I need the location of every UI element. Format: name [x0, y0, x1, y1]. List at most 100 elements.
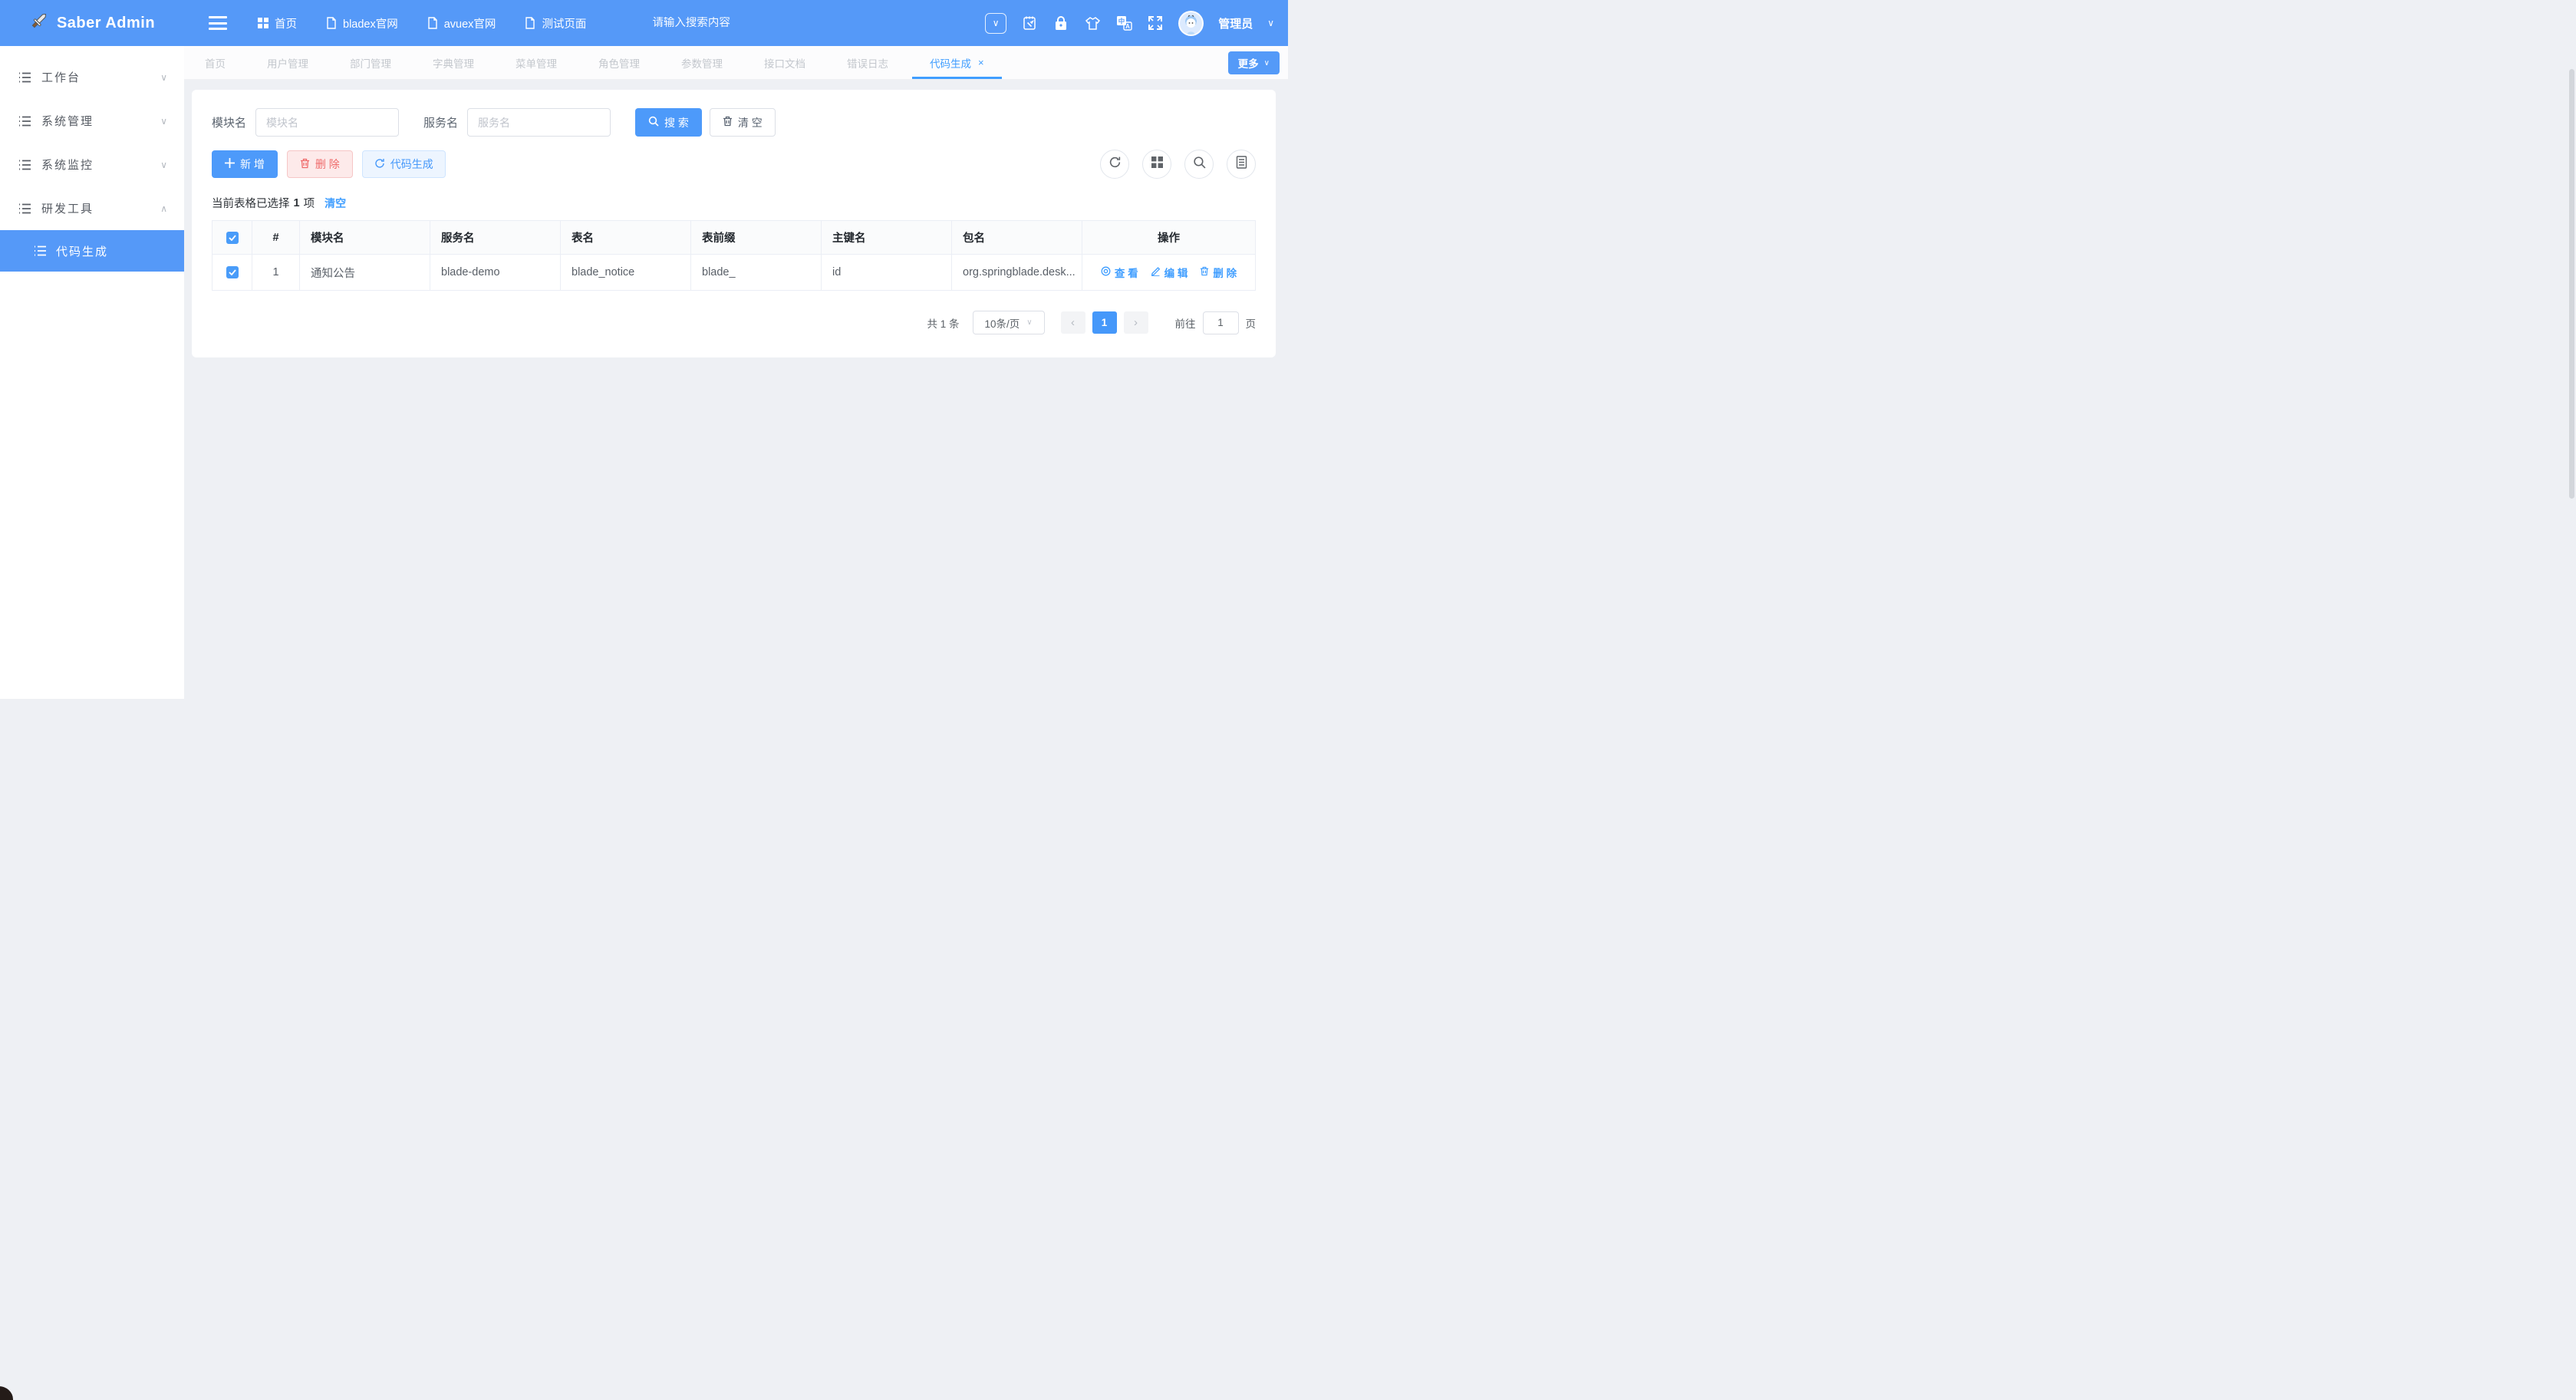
theme-shirt-icon[interactable] [1084, 15, 1101, 31]
delete-button[interactable]: 删 除 [287, 150, 353, 178]
shortcut-home[interactable]: 首页 [258, 15, 297, 31]
sidebar-item-system-management[interactable]: 系统管理 ∨ [0, 99, 184, 143]
table-header-row: # 模块名 服务名 表名 表前缀 主键名 包名 操作 [212, 221, 1256, 255]
page-number-button[interactable]: 1 [1092, 311, 1117, 334]
row-checkbox[interactable] [226, 266, 239, 278]
sidebar-item-system-monitor[interactable]: 系统监控 ∨ [0, 143, 184, 186]
refresh-table-button[interactable] [1100, 150, 1129, 179]
list-icon [18, 72, 31, 83]
column-header-operations: 操作 [1082, 221, 1256, 255]
page-size-select[interactable]: 10条/页 ∨ [973, 311, 1045, 334]
toggle-search-button[interactable] [1184, 150, 1214, 179]
selection-text: 项 [304, 195, 315, 211]
close-icon[interactable]: × [978, 57, 984, 68]
tab-menu-management[interactable]: 菜单管理 [495, 46, 578, 79]
edit-row-link[interactable]: 编 辑 [1151, 265, 1188, 280]
search-icon [1193, 156, 1206, 173]
eye-icon [1101, 266, 1111, 278]
column-header-pk[interactable]: 主键名 [822, 221, 952, 255]
tab-role-management[interactable]: 角色管理 [578, 46, 660, 79]
next-page-button[interactable]: › [1124, 311, 1148, 334]
sidebar-item-label: 系统监控 [41, 156, 94, 173]
pencil-icon [1151, 266, 1161, 278]
select-all-checkbox[interactable] [226, 232, 239, 244]
clear-button[interactable]: 清 空 [710, 108, 776, 137]
filter-form: 模块名 服务名 搜 索 清 空 [212, 108, 1256, 137]
chevron-down-icon: ∨ [160, 72, 167, 83]
top-shortcuts: 首页 bladex官网 avuex官网 测试页 [258, 15, 586, 31]
trash-icon [723, 116, 733, 129]
chevron-left-icon: ‹ [1071, 316, 1075, 329]
column-header-prefix[interactable]: 表前缀 [691, 221, 822, 255]
collapse-topbar-button[interactable]: ∨ [985, 13, 1006, 34]
global-search-input[interactable] [652, 17, 821, 29]
sidebar-item-label: 代码生成 [56, 243, 108, 259]
tab-user-management[interactable]: 用户管理 [246, 46, 329, 79]
sidebar-item-workbench[interactable]: 工作台 ∨ [0, 55, 184, 99]
code-generate-button[interactable]: 代码生成 [362, 150, 446, 178]
chevron-right-icon: › [1134, 316, 1138, 329]
header-actions: ∨ 中 A [985, 11, 1274, 36]
sidebar-item-code-generation[interactable]: 代码生成 [0, 230, 184, 272]
trash-icon [1200, 266, 1209, 278]
column-header-service[interactable]: 服务名 [430, 221, 561, 255]
plus-icon [225, 158, 235, 170]
fullscreen-icon[interactable] [1147, 15, 1164, 31]
code-generation-panel: 模块名 服务名 搜 索 清 空 [192, 90, 1276, 357]
column-settings-button[interactable] [1142, 150, 1171, 179]
list-icon [34, 245, 47, 256]
module-name-input[interactable] [255, 108, 399, 137]
selection-count: 1 [294, 197, 300, 209]
table-row[interactable]: 1 通知公告 blade-demo blade_notice blade_ id… [212, 255, 1256, 291]
delete-row-link[interactable]: 删 除 [1200, 265, 1237, 280]
column-header-module[interactable]: 模块名 [300, 221, 430, 255]
debug-tool-icon[interactable] [1021, 15, 1038, 31]
module-name-label: 模块名 [212, 114, 246, 130]
add-button[interactable]: 新 增 [212, 150, 278, 178]
user-avatar[interactable] [1178, 11, 1204, 36]
column-header-package[interactable]: 包名 [952, 221, 1082, 255]
tab-home[interactable]: 首页 [184, 46, 246, 79]
grid-tools [1100, 150, 1256, 179]
tab-dept-management[interactable]: 部门管理 [329, 46, 412, 79]
tab-error-log[interactable]: 错误日志 [826, 46, 909, 79]
refresh-icon [374, 158, 385, 171]
tab-dict-management[interactable]: 字典管理 [412, 46, 495, 79]
list-icon [18, 203, 31, 214]
pagination: 共 1 条 10条/页 ∨ ‹ 1 › 前往 页 [212, 311, 1256, 334]
chevron-down-icon: ∨ [160, 116, 167, 127]
lock-icon[interactable] [1052, 15, 1069, 31]
goto-page-input[interactable] [1203, 311, 1239, 334]
service-name-input[interactable] [467, 108, 611, 137]
sidebar: 工作台 ∨ 系统管理 ∨ 系统监控 ∨ [0, 46, 184, 699]
user-menu-chevron-icon[interactable]: ∨ [1267, 18, 1274, 28]
cell-pk: id [822, 255, 952, 291]
scrollbar-thumb[interactable] [2569, 69, 2574, 499]
shortcut-test-page[interactable]: 测试页面 [525, 15, 586, 31]
tab-api-docs[interactable]: 接口文档 [743, 46, 826, 79]
chevron-down-icon: ∨ [993, 18, 1000, 28]
tab-param-management[interactable]: 参数管理 [660, 46, 743, 79]
code-generation-table: # 模块名 服务名 表名 表前缀 主键名 包名 操作 [212, 220, 1256, 291]
sidebar-item-dev-tools[interactable]: 研发工具 ∧ [0, 186, 184, 230]
user-name[interactable]: 管理员 [1218, 15, 1253, 31]
cell-module: 通知公告 [300, 255, 430, 291]
tab-code-generation[interactable]: 代码生成 × [909, 46, 1005, 79]
column-header-index[interactable]: # [252, 221, 300, 255]
shortcut-bladex[interactable]: bladex官网 [326, 15, 398, 31]
shortcut-label: 首页 [275, 15, 297, 31]
clear-selection-link[interactable]: 清空 [324, 196, 346, 211]
prev-page-button[interactable]: ‹ [1061, 311, 1085, 334]
shortcut-label: bladex官网 [343, 15, 398, 31]
more-tabs-button[interactable]: 更多 ∨ [1228, 51, 1280, 74]
search-button[interactable]: 搜 索 [635, 108, 702, 137]
sidebar-item-label: 系统管理 [41, 113, 94, 129]
shortcut-avuex[interactable]: avuex官网 [427, 15, 496, 31]
language-icon[interactable]: 中 A [1115, 15, 1132, 31]
view-row-link[interactable]: 查 看 [1101, 265, 1138, 280]
tab-bar: 首页 用户管理 部门管理 字典管理 菜单管理 角色管理 参数管理 接口文档 错误… [184, 46, 1288, 80]
cell-index: 1 [252, 255, 300, 291]
density-menu-button[interactable] [1227, 150, 1256, 179]
menu-toggle-icon[interactable] [209, 16, 227, 30]
column-header-table[interactable]: 表名 [561, 221, 691, 255]
